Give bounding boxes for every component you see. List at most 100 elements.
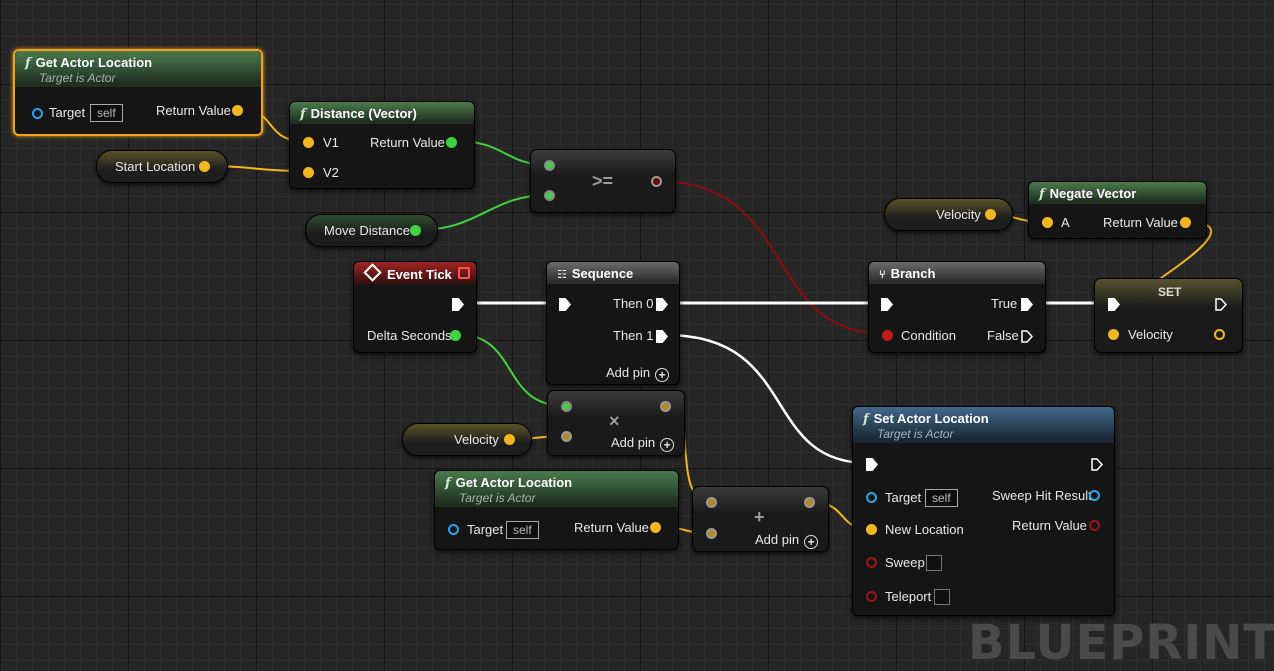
- move-distance-pin[interactable]: [410, 225, 421, 236]
- new-location-pin[interactable]: [866, 524, 877, 535]
- new-location-label: New Location: [885, 522, 964, 537]
- add-pin-button[interactable]: Add pin +: [611, 435, 675, 452]
- multiply-node[interactable]: × Add pin +: [547, 390, 685, 456]
- node-title: Negate Vector: [1049, 186, 1137, 201]
- target-label: Target: [49, 105, 86, 120]
- target-pin[interactable]: [32, 108, 43, 119]
- compare-input-a-pin[interactable]: [544, 160, 555, 171]
- exec-in-pin[interactable]: [559, 298, 571, 311]
- exec-out-pin[interactable]: [1091, 458, 1103, 471]
- teleport-checkbox[interactable]: [934, 589, 950, 605]
- target-self-field[interactable]: self: [925, 489, 958, 507]
- return-value-label: Return Value: [1012, 518, 1087, 533]
- condition-pin[interactable]: [882, 330, 893, 341]
- add-pin-label: Add pin: [606, 365, 651, 380]
- set-title: SET: [1158, 285, 1182, 299]
- velocity-out-pin[interactable]: [1214, 329, 1225, 340]
- delta-seconds-label: Delta Seconds: [367, 328, 452, 343]
- start-location-pin[interactable]: [199, 161, 210, 172]
- then-1-label: Then 1: [613, 328, 654, 343]
- distance-vector-node[interactable]: f Distance (Vector) V1 Return Value V2: [289, 101, 475, 189]
- exec-in-pin[interactable]: [866, 458, 878, 471]
- target-self-field[interactable]: self: [506, 521, 539, 539]
- target-self-field[interactable]: self: [90, 104, 123, 122]
- velocity-pin[interactable]: [504, 434, 515, 445]
- target-label: Target: [467, 522, 504, 537]
- sweep-hit-result-pin[interactable]: [1089, 490, 1100, 501]
- node-title: Set Actor Location: [873, 411, 989, 426]
- velocity-label: Velocity: [454, 432, 499, 447]
- then-0-pin[interactable]: [656, 298, 668, 311]
- v2-pin[interactable]: [303, 167, 314, 178]
- compare-output-pin[interactable]: [651, 176, 662, 187]
- node-title: Distance (Vector): [310, 106, 417, 121]
- add-pin-button[interactable]: Add pin +: [606, 365, 670, 382]
- compare-input-b-pin[interactable]: [544, 190, 555, 201]
- velocity-pin[interactable]: [985, 209, 996, 220]
- velocity-getter-top[interactable]: Velocity: [884, 198, 1013, 231]
- return-value-pin[interactable]: [1180, 217, 1191, 228]
- move-distance-getter[interactable]: Move Distance: [305, 214, 438, 247]
- negate-vector-node[interactable]: f Negate Vector A Return Value: [1028, 181, 1207, 239]
- v1-pin[interactable]: [303, 137, 314, 148]
- multiply-input-a-pin[interactable]: [561, 401, 572, 412]
- function-icon: f: [25, 56, 31, 71]
- exec-in-pin[interactable]: [881, 298, 893, 311]
- sweep-hit-result-label: Sweep Hit Result: [992, 488, 1092, 503]
- event-tick-node[interactable]: Event Tick Delta Seconds: [353, 261, 477, 353]
- set-actor-location-node[interactable]: f Set Actor Location Target is Actor Targ…: [852, 406, 1115, 616]
- sequence-node[interactable]: ☷ Sequence Then 0 Then 1 Add pin +: [546, 261, 680, 385]
- velocity-in-pin[interactable]: [1108, 329, 1119, 340]
- node-header: f Distance (Vector): [290, 102, 474, 124]
- node-title: Event Tick: [387, 267, 452, 282]
- node-header: f Negate Vector: [1029, 182, 1206, 204]
- then-1-pin[interactable]: [656, 330, 668, 343]
- node-subtitle: Target is Actor: [39, 71, 116, 85]
- sweep-checkbox[interactable]: [926, 555, 942, 571]
- teleport-pin[interactable]: [866, 591, 877, 602]
- add-output-pin[interactable]: [804, 497, 815, 508]
- exec-in-pin[interactable]: [1108, 298, 1120, 311]
- return-value-pin[interactable]: [1089, 520, 1100, 531]
- velocity-getter-bottom[interactable]: Velocity: [402, 423, 532, 456]
- multiply-symbol: ×: [609, 411, 620, 431]
- event-delegate-icon[interactable]: [458, 267, 470, 282]
- target-pin[interactable]: [866, 492, 877, 503]
- wire-then1-to-setloc: [665, 333, 869, 465]
- get-actor-location-node[interactable]: f Get Actor Location Target is Actor Targ…: [13, 49, 263, 136]
- wire-compare-to-condition: [655, 180, 887, 335]
- false-pin[interactable]: [1021, 330, 1033, 343]
- function-icon: f: [445, 476, 451, 491]
- exec-out-pin[interactable]: [1215, 298, 1227, 311]
- add-node[interactable]: + Add pin +: [692, 486, 829, 552]
- greater-equal-node[interactable]: >=: [530, 149, 676, 213]
- node-title: Branch: [890, 266, 936, 281]
- delta-seconds-pin[interactable]: [450, 330, 461, 341]
- target-pin[interactable]: [448, 524, 459, 535]
- branch-node[interactable]: ⑂ Branch True Condition False: [868, 261, 1046, 353]
- sweep-pin[interactable]: [866, 557, 877, 568]
- node-subtitle: Target is Actor: [877, 427, 954, 441]
- set-velocity-node[interactable]: SET Velocity: [1094, 278, 1243, 353]
- add-input-a-pin[interactable]: [706, 497, 717, 508]
- node-title: Get Actor Location: [455, 475, 573, 490]
- function-icon: f: [1039, 187, 1045, 202]
- target-label: Target: [885, 490, 922, 505]
- return-value-pin[interactable]: [650, 522, 661, 533]
- velocity-label: Velocity: [936, 207, 981, 222]
- condition-label: Condition: [901, 328, 956, 343]
- exec-out-pin[interactable]: [452, 298, 464, 311]
- add-pin-button[interactable]: Add pin +: [755, 532, 819, 549]
- add-input-b-pin[interactable]: [706, 528, 717, 539]
- return-value-pin[interactable]: [232, 105, 243, 116]
- multiply-output-pin[interactable]: [660, 401, 671, 412]
- true-pin[interactable]: [1021, 298, 1033, 311]
- blueprint-watermark: BLUEPRINT: [968, 615, 1274, 671]
- node-subtitle: Target is Actor: [459, 491, 536, 505]
- multiply-input-b-pin[interactable]: [561, 431, 572, 442]
- return-value-pin[interactable]: [446, 137, 457, 148]
- return-value-label: Return Value: [574, 520, 649, 535]
- start-location-getter[interactable]: Start Location: [96, 150, 228, 183]
- a-pin[interactable]: [1042, 217, 1053, 228]
- get-actor-location-node-2[interactable]: f Get Actor Location Target is Actor Targ…: [434, 470, 679, 550]
